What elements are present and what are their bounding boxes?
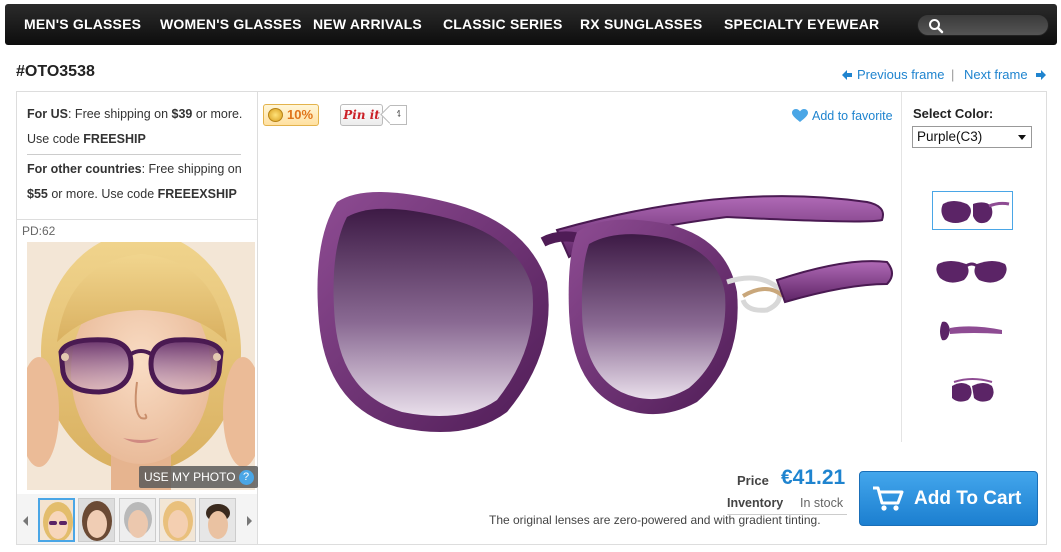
arrow-right-icon [1036,68,1047,83]
lens-note: The original lenses are zero-powered and… [489,513,821,527]
inventory-value: In stock [800,496,844,510]
model-thumb-4[interactable] [159,498,196,542]
next-frame-link[interactable]: Next frame [964,67,1047,83]
model-face-illustration [27,242,255,490]
heart-icon [792,109,808,122]
shipping-intl-text-2: or more. Use code [47,187,158,201]
main-nav: MEN'S GLASSES WOMEN'S GLASSES NEW ARRIVA… [5,4,1057,45]
nav-item-rx-sunglasses[interactable]: RX SUNGLASSES [580,4,702,45]
model-thumb-3[interactable] [119,498,156,542]
help-icon: ? [238,470,254,485]
product-sku: #OTO3538 [16,63,95,80]
search-icon [929,19,944,34]
product-main-panel: 10% Pin it 4 Add to favorite Select Colo… [257,91,1047,545]
model-thumbnail-strip [17,494,257,544]
shipping-us-code: FREESHIP [83,132,146,146]
pin-count: 4 [390,105,407,125]
chevron-down-icon [1018,135,1026,140]
nav-item-classic-series[interactable]: CLASSIC SERIES [443,4,563,45]
coin-icon [268,108,283,122]
model-thumb-1[interactable] [38,498,75,542]
use-my-photo-label: USE MY PHOTO [144,470,236,484]
strip-prev-arrow-icon[interactable] [23,516,28,526]
color-select[interactable]: Purple(C3) [912,126,1032,148]
shipping-us-code-text: Use code [27,132,84,146]
add-to-cart-button[interactable]: Add To Cart [859,471,1038,526]
previous-frame-link[interactable]: Previous frame [842,67,944,83]
shipping-intl-text: : Free shipping on [141,162,242,176]
nav-item-new-arrivals[interactable]: NEW ARRIVALS [313,4,422,45]
view-thumb-side[interactable] [932,312,1013,351]
add-to-cart-label: Add To Cart [914,488,1022,509]
cart-icon [873,486,904,511]
view-thumb-folded[interactable] [932,372,1013,411]
shipping-info: For US: Free shipping on $39 or more. Us… [17,92,257,220]
nav-item-mens-glasses[interactable]: MEN'S GLASSES [24,4,141,45]
virtual-tryon-image [27,242,255,490]
shipping-intl: For other countries: Free shipping on $5… [27,157,249,207]
color-select-value: Purple(C3) [917,129,983,144]
frame-nav-separator: | [951,67,955,82]
shipping-us-text: : Free shipping on [67,107,172,121]
nav-item-specialty-eyewear[interactable]: SPECIALTY EYEWEAR [724,4,879,45]
discount-value: 10% [287,107,314,122]
shipping-us: For US: Free shipping on $39 or more. Us… [27,102,249,152]
select-color-label: Select Color: [913,106,994,121]
left-panel: For US: Free shipping on $39 or more. Us… [16,91,258,545]
pinit-button[interactable]: Pin it [340,104,383,126]
price-value: €41.21 [781,466,846,489]
color-and-views-column: Select Color: Purple(C3) [901,92,1046,442]
pd-label: PD:62 [22,224,56,238]
model-thumb-2[interactable] [78,498,115,542]
shipping-intl-amount: $55 [27,187,48,201]
shipping-us-text-2: or more. [192,107,243,121]
use-my-photo-button[interactable]: USE MY PHOTO? [139,466,258,488]
add-to-favorite-label: Add to favorite [812,109,893,123]
shipping-intl-label: For other countries [27,162,142,176]
arrow-left-icon [842,68,852,83]
search-input[interactable] [917,14,1049,36]
shipping-us-label: For US [27,107,68,121]
view-thumb-front[interactable] [932,252,1013,291]
model-thumb-5[interactable] [199,498,236,542]
nav-item-womens-glasses[interactable]: WOMEN'S GLASSES [160,4,302,45]
discount-badge: 10% [263,104,319,126]
shipping-us-amount: $39 [171,107,193,121]
add-to-favorite-link[interactable]: Add to favorite [792,109,893,123]
next-frame-label: Next frame [964,67,1028,82]
product-main-image [317,192,893,432]
previous-frame-label: Previous frame [857,67,945,82]
price-label: Price [737,473,769,488]
strip-next-arrow-icon[interactable] [247,516,252,526]
view-thumb-angle[interactable] [932,191,1013,230]
shipping-intl-code: FREEEXSHIP [157,187,237,201]
inventory-label: Inventory [727,496,784,510]
shipping-divider [27,154,241,155]
